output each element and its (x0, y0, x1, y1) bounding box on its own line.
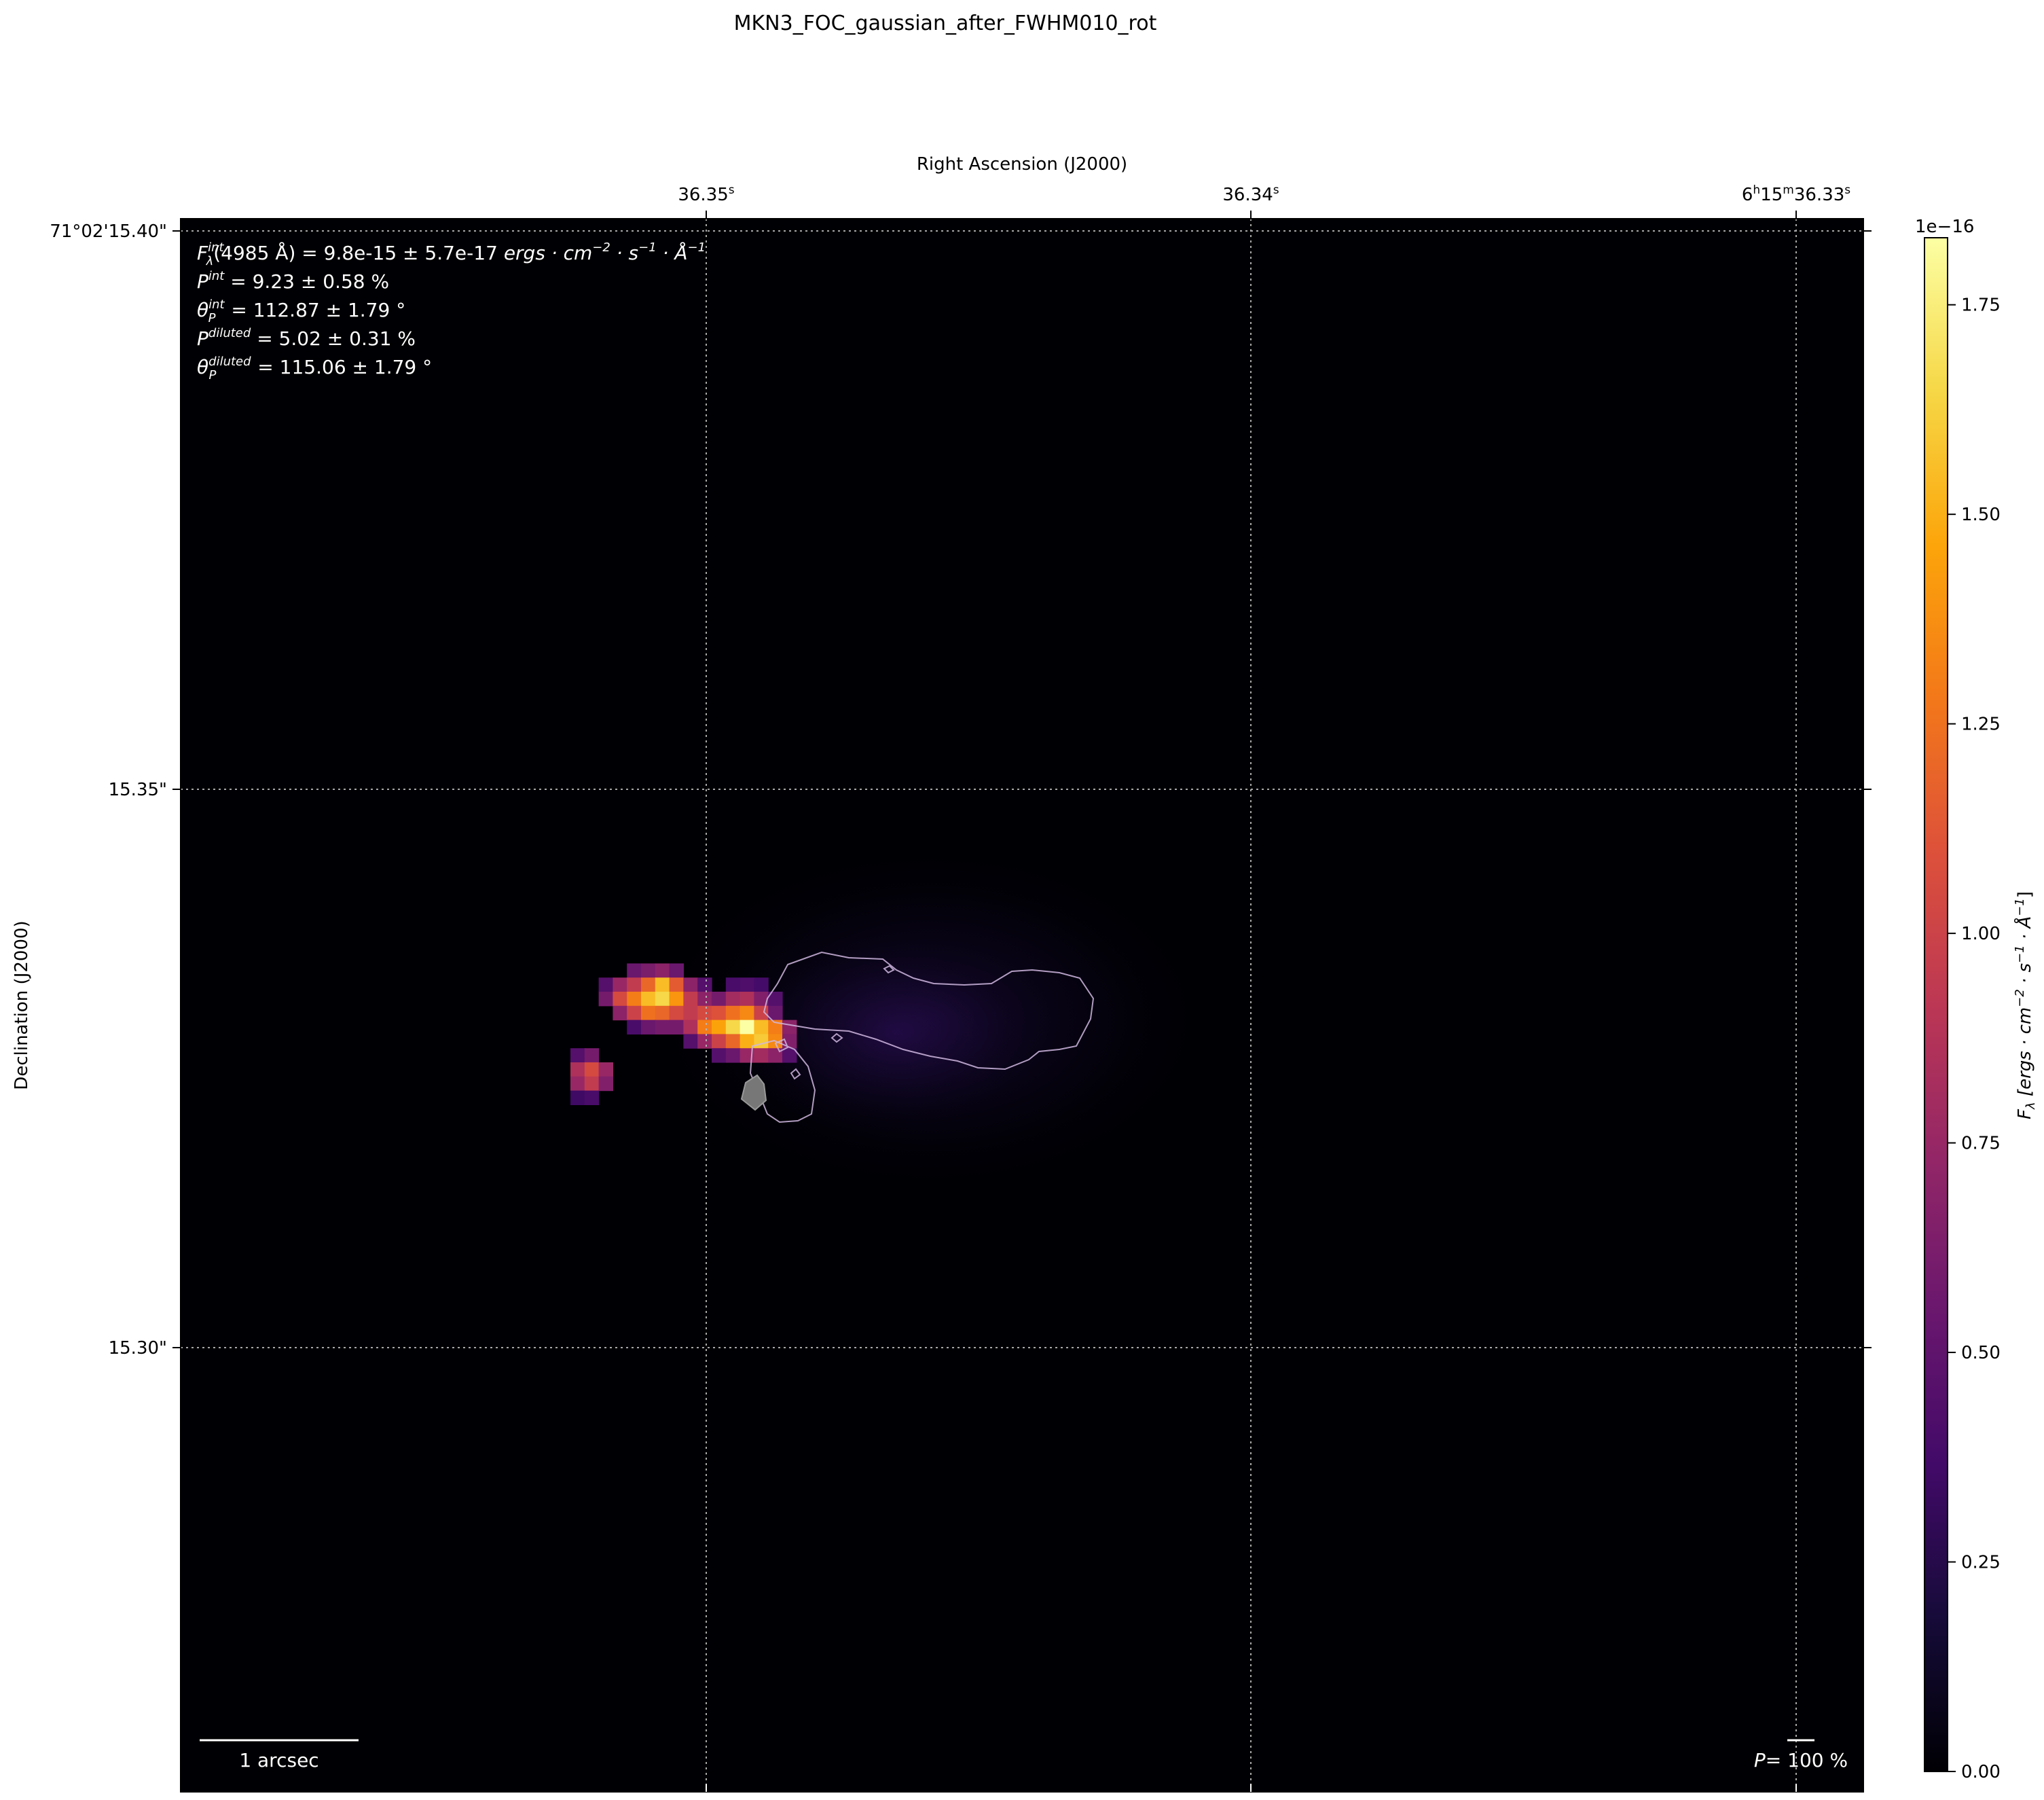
colorbar-ticks: 0.00 0.25 0.50 0.75 1.00 1.25 1.50 1.75 (1948, 295, 2001, 1782)
flux-pixel (712, 1005, 727, 1021)
flux-pixel (655, 1020, 670, 1034)
flux-pixel (683, 1005, 698, 1021)
colorbar-tick-label: 1.75 (1961, 295, 2001, 316)
colorbar-tick-label: 1.50 (1961, 505, 2001, 525)
y-tick-label-1540: 71°02'15.40" (50, 221, 167, 242)
flux-pixel (712, 1034, 727, 1049)
flux-pixel (740, 992, 754, 1007)
flux-pixel (754, 1020, 769, 1034)
flux-pixel (697, 1005, 712, 1021)
flux-pixel (598, 1076, 613, 1092)
flux-pixel (641, 992, 656, 1007)
flux-pixel (725, 1020, 741, 1034)
flux-pixel (754, 1034, 769, 1049)
flux-pixel (782, 1020, 797, 1034)
y-tick-label-1535: 15.35" (109, 780, 167, 800)
flux-pixel (754, 977, 769, 992)
flux-pixel (598, 1062, 613, 1077)
flux-pixel (669, 992, 684, 1007)
flux-pixel (740, 1005, 754, 1021)
flux-pixel (584, 1090, 600, 1105)
flux-pixel (697, 1034, 712, 1049)
flux-pixel (712, 992, 727, 1007)
colorbar-tick-label: 0.75 (1961, 1134, 2001, 1154)
flux-pixel (725, 1034, 741, 1049)
flux-pixel (570, 1076, 585, 1092)
flux-pixel (725, 992, 741, 1007)
colorbar (1924, 237, 1948, 1772)
colorbar-tick-label: 0.00 (1961, 1762, 2001, 1782)
flux-pixel (725, 1005, 741, 1021)
colorbar-tick-label: 1.00 (1961, 924, 2001, 944)
flux-pixel (697, 1020, 712, 1034)
annotation-flux-line: Fint λ(4985 Å) = 9.8e-15 ± 5.7e-17 ergs ·… (197, 240, 706, 268)
colorbar-tick-label: 1.25 (1961, 715, 2001, 735)
flux-pixel (641, 1020, 656, 1034)
flux-pixel (613, 992, 627, 1007)
figure: MKN3_FOC_gaussian_after_FWHM010_rot Righ… (12, 12, 2038, 1793)
colorbar-offset-text: 1e−16 (1915, 217, 1974, 237)
flux-pixel (570, 1090, 585, 1105)
colorbar-tick-label: 0.50 (1961, 1343, 2001, 1363)
flux-pixel (627, 977, 642, 992)
flux-pixel (598, 992, 613, 1007)
figure-title: MKN3_FOC_gaussian_after_FWHM010_rot (734, 12, 1157, 35)
flux-pixel (725, 977, 741, 992)
x-axis-label: Right Ascension (J2000) (917, 154, 1127, 175)
colorbar-tick-label: 0.25 (1961, 1553, 2001, 1573)
flux-pixel (697, 992, 712, 1007)
y-axis-label: Declination (J2000) (12, 920, 32, 1090)
flux-pixel (754, 1005, 769, 1021)
flux-pixel (613, 977, 627, 992)
flux-pixel (669, 963, 684, 978)
x-tick-label-3633: 6h15m36.33s (1742, 183, 1850, 205)
flux-pixel (570, 1062, 585, 1077)
flux-pixel (683, 992, 698, 1007)
annotation-theta-int-line: θint P = 112.87 ± 1.79 ° (197, 298, 405, 325)
colorbar-label: Fλ [ergs · cm−2 · s−1 · Å−1] (2013, 891, 2038, 1119)
flux-pixel (627, 1005, 642, 1021)
flux-pixel (725, 1048, 741, 1063)
flux-pixel (754, 1048, 769, 1063)
flux-pixel (655, 1005, 670, 1021)
flux-pixel (683, 1034, 698, 1049)
flux-pixel (584, 1062, 600, 1077)
flux-pixel (627, 992, 642, 1007)
flux-pixel (627, 1020, 642, 1034)
scale-bar-label: 1 arcsec (239, 1749, 318, 1771)
flux-pixel (712, 1048, 727, 1063)
flux-pixel (641, 977, 656, 992)
flux-pixel (655, 977, 670, 992)
flux-pixel (697, 977, 712, 992)
flux-pixel (641, 1005, 656, 1021)
flux-pixel (627, 963, 642, 978)
flux-pixel (712, 1020, 727, 1034)
flux-pixel (584, 1048, 600, 1063)
flux-pixel (683, 1020, 698, 1034)
flux-pixel (740, 977, 754, 992)
flux-pixel (641, 963, 656, 978)
polarization-scale-label: P= 100 % (1754, 1749, 1848, 1771)
flux-pixel (669, 977, 684, 992)
flux-pixel (683, 977, 698, 992)
flux-pixel (669, 1020, 684, 1034)
flux-pixel (613, 1005, 627, 1021)
x-tick-label-3635: 36.35s (678, 183, 734, 205)
y-tick-label-1530: 15.30" (109, 1338, 167, 1358)
flux-pixel (669, 1005, 684, 1021)
annotation-p-int-line: Pint = 9.23 ± 0.58 % (197, 269, 389, 293)
flux-pixel (570, 1048, 585, 1063)
x-tick-label-3634: 36.34s (1222, 183, 1279, 205)
flux-pixel (655, 963, 670, 978)
flux-pixel (655, 992, 670, 1007)
flux-pixel (584, 1076, 600, 1092)
flux-pixel (598, 977, 613, 992)
flux-pixel (740, 1020, 754, 1034)
